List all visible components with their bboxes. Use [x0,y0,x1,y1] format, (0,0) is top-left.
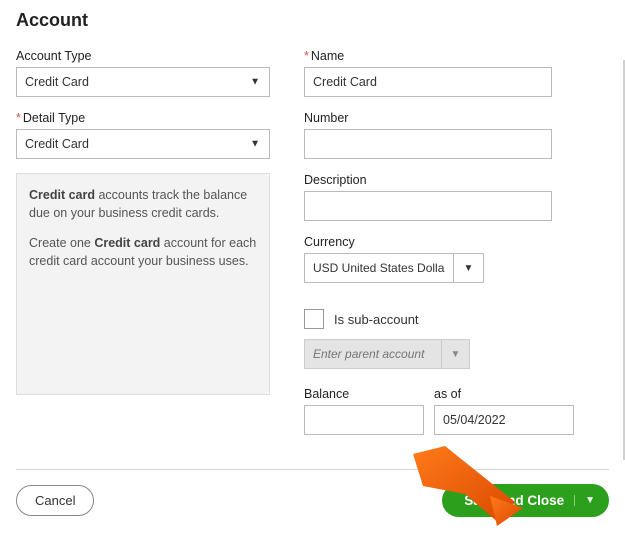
description-input[interactable] [304,191,552,221]
name-input[interactable] [304,67,552,97]
parent-account-input [304,339,442,369]
asof-date-input[interactable] [434,405,574,435]
account-type-label: Account Type [16,49,270,63]
currency-dropdown-button[interactable]: ▼ [454,253,484,283]
number-input[interactable] [304,129,552,159]
page-title: Account [16,10,609,31]
save-button-label: Save and Close [464,493,564,508]
cancel-button[interactable]: Cancel [16,485,94,516]
number-label: Number [304,111,552,125]
description-label: Description [304,173,552,187]
sub-account-checkbox[interactable] [304,309,324,329]
balance-label: Balance [304,387,424,401]
save-and-close-button[interactable]: Save and Close ▼ [442,484,609,517]
chevron-down-icon: ▼ [464,263,474,274]
sub-account-label: Is sub-account [334,312,419,327]
chevron-down-icon: ▼ [574,495,595,506]
parent-account-dropdown-button: ▼ [442,339,470,369]
name-label: *Name [304,49,552,63]
balance-input[interactable] [304,405,424,435]
currency-label: Currency [304,235,552,249]
detail-type-description: Credit card accounts track the balance d… [16,173,270,395]
detail-type-label: *Detail Type [16,111,270,125]
chevron-down-icon: ▼ [451,349,461,360]
asof-label: as of [434,387,574,401]
detail-type-select[interactable] [16,129,270,159]
account-type-select[interactable] [16,67,270,97]
currency-select[interactable] [304,253,454,283]
